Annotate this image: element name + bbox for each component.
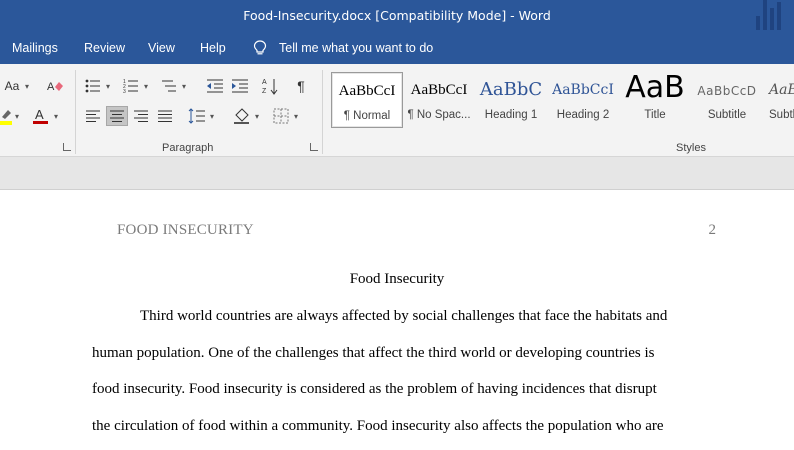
numbering-icon: 1 2 3 <box>123 79 138 93</box>
styles-gallery: AaBbCcI ¶ Normal AaBbCcI ¶ No Spac... Aa… <box>331 72 794 132</box>
paragraph-line: human population. One of the challenges … <box>92 345 655 361</box>
bullets-button[interactable] <box>82 76 104 96</box>
style-heading-1[interactable]: AaBbC Heading 1 <box>475 72 547 128</box>
shading-chevron-down-icon[interactable]: ▾ <box>255 112 259 121</box>
style-name: Subtl <box>769 109 794 121</box>
lightbulb-icon <box>253 40 267 55</box>
paragraph-line: the circulation of food within a communi… <box>92 418 664 434</box>
justify-icon <box>158 110 172 122</box>
font-color-icon: A <box>33 107 48 124</box>
ribbon-document-gap <box>0 157 794 190</box>
style-name: Subtitle <box>707 109 747 121</box>
line-spacing-icon <box>188 108 205 124</box>
tab-mailings[interactable]: Mailings <box>12 41 58 55</box>
decrease-indent-button[interactable] <box>204 76 226 96</box>
sort-button[interactable]: A Z <box>259 76 281 96</box>
align-left-icon <box>86 110 100 122</box>
style-subtle-emphasis[interactable]: AaB Subtl <box>763 72 794 128</box>
borders-button[interactable] <box>270 106 292 126</box>
style-subtitle[interactable]: AaBbCcD Subtitle <box>691 72 763 128</box>
shading-button[interactable] <box>231 106 253 126</box>
svg-text:A: A <box>262 79 267 86</box>
page-number: 2 <box>708 222 717 238</box>
clear-formatting-button[interactable]: A <box>44 76 66 96</box>
style-preview: AaB <box>625 72 685 105</box>
style-title[interactable]: AaB Title <box>619 72 691 128</box>
highlight-chevron-down-icon[interactable]: ▾ <box>15 112 19 121</box>
align-center-icon <box>110 110 124 122</box>
change-case-label: Aa <box>4 79 20 93</box>
svg-text:A: A <box>47 81 55 93</box>
align-right-icon <box>134 110 148 122</box>
style-heading-2[interactable]: AaBbCcI Heading 2 <box>547 72 619 128</box>
highlight-color-button[interactable] <box>0 106 14 126</box>
window-title: Food-Insecurity.docx [Compatibility Mode… <box>243 8 551 23</box>
paragraph-line: Third world countries are always affecte… <box>140 308 668 324</box>
style-name: Heading 2 <box>556 109 610 121</box>
tab-view[interactable]: View <box>148 41 175 55</box>
tab-review[interactable]: Review <box>84 41 125 55</box>
bullets-icon <box>85 79 100 93</box>
styles-group-label: Styles <box>676 142 706 154</box>
paragraph-line: food insecurity. Food insecurity is cons… <box>92 381 657 397</box>
style-name: ¶ No Spac... <box>407 109 471 121</box>
numbering-chevron-down-icon[interactable]: ▾ <box>144 82 148 91</box>
document-page[interactable]: FOOD INSECURITY 2 Food Insecurity Third … <box>0 190 794 450</box>
running-header: FOOD INSECURITY <box>117 222 254 238</box>
style-preview: AaBbCcI <box>552 82 614 98</box>
style-preview: AaB <box>769 82 794 98</box>
font-color-glyph: A <box>35 107 44 122</box>
tell-me-text: Tell me what you want to do <box>279 41 434 55</box>
numbering-button[interactable]: 1 2 3 <box>120 76 142 96</box>
eraser-icon: A <box>47 81 63 93</box>
multilevel-chevron-down-icon[interactable]: ▾ <box>182 82 186 91</box>
svg-text:3: 3 <box>123 89 126 93</box>
svg-text:Z: Z <box>262 88 267 95</box>
multilevel-list-button[interactable] <box>158 76 180 96</box>
style-no-spacing[interactable]: AaBbCcI ¶ No Spac... <box>403 72 475 128</box>
style-preview: AaBbC <box>479 79 543 100</box>
style-name: ¶ Normal <box>343 110 391 122</box>
change-case-button[interactable]: Aa <box>0 76 24 96</box>
borders-icon <box>273 108 289 124</box>
show-formatting-marks-button[interactable]: ¶ <box>290 76 312 96</box>
brand-pattern-icon <box>754 0 788 30</box>
tell-me-search[interactable]: Tell me what you want to do <box>253 40 433 56</box>
font-color-button[interactable]: A <box>30 106 52 126</box>
tab-help[interactable]: Help <box>200 41 226 55</box>
align-left-button[interactable] <box>82 106 104 126</box>
paragraph-dialog-launcher-icon[interactable] <box>309 142 319 152</box>
font-dialog-launcher-icon[interactable] <box>62 142 72 152</box>
line-spacing-chevron-down-icon[interactable]: ▾ <box>210 112 214 121</box>
font-color-chevron-down-icon[interactable]: ▾ <box>54 112 58 121</box>
group-separator <box>75 70 76 154</box>
pilcrow-icon: ¶ <box>297 78 305 94</box>
increase-indent-button[interactable] <box>229 76 251 96</box>
style-preview: AaBbCcI <box>338 83 396 99</box>
style-name: Title <box>644 109 666 121</box>
group-separator <box>322 70 323 154</box>
home-ribbon: Aa ▾ A ▾ A ▾ ▾ 1 2 3 ▾ ▾ A Z ¶ ▾ ▾ ▾ Par… <box>0 64 794 157</box>
style-preview: AaBbCcD <box>697 84 757 98</box>
document-title: Food Insecurity <box>349 271 445 287</box>
style-preview: AaBbCcI <box>410 82 468 98</box>
multilevel-list-icon <box>162 80 176 92</box>
paint-bucket-icon <box>234 108 249 124</box>
increase-indent-icon <box>232 79 248 93</box>
justify-button[interactable] <box>154 106 176 126</box>
sort-icon: A Z <box>262 79 278 95</box>
paragraph-group-label: Paragraph <box>162 142 214 154</box>
align-right-button[interactable] <box>130 106 152 126</box>
borders-chevron-down-icon[interactable]: ▾ <box>294 112 298 121</box>
ribbon-tabs: Mailings Review View Help Tell me what y… <box>0 34 794 64</box>
style-normal[interactable]: AaBbCcI ¶ Normal <box>331 72 403 128</box>
bullets-chevron-down-icon[interactable]: ▾ <box>106 82 110 91</box>
change-case-chevron-down-icon[interactable]: ▾ <box>25 82 29 91</box>
center-align-button[interactable] <box>106 106 128 126</box>
style-name: Heading 1 <box>484 109 538 121</box>
decrease-indent-icon <box>207 79 223 93</box>
line-spacing-button[interactable] <box>186 106 208 126</box>
title-bar: Food-Insecurity.docx [Compatibility Mode… <box>0 0 794 34</box>
highlighter-icon <box>0 110 12 125</box>
